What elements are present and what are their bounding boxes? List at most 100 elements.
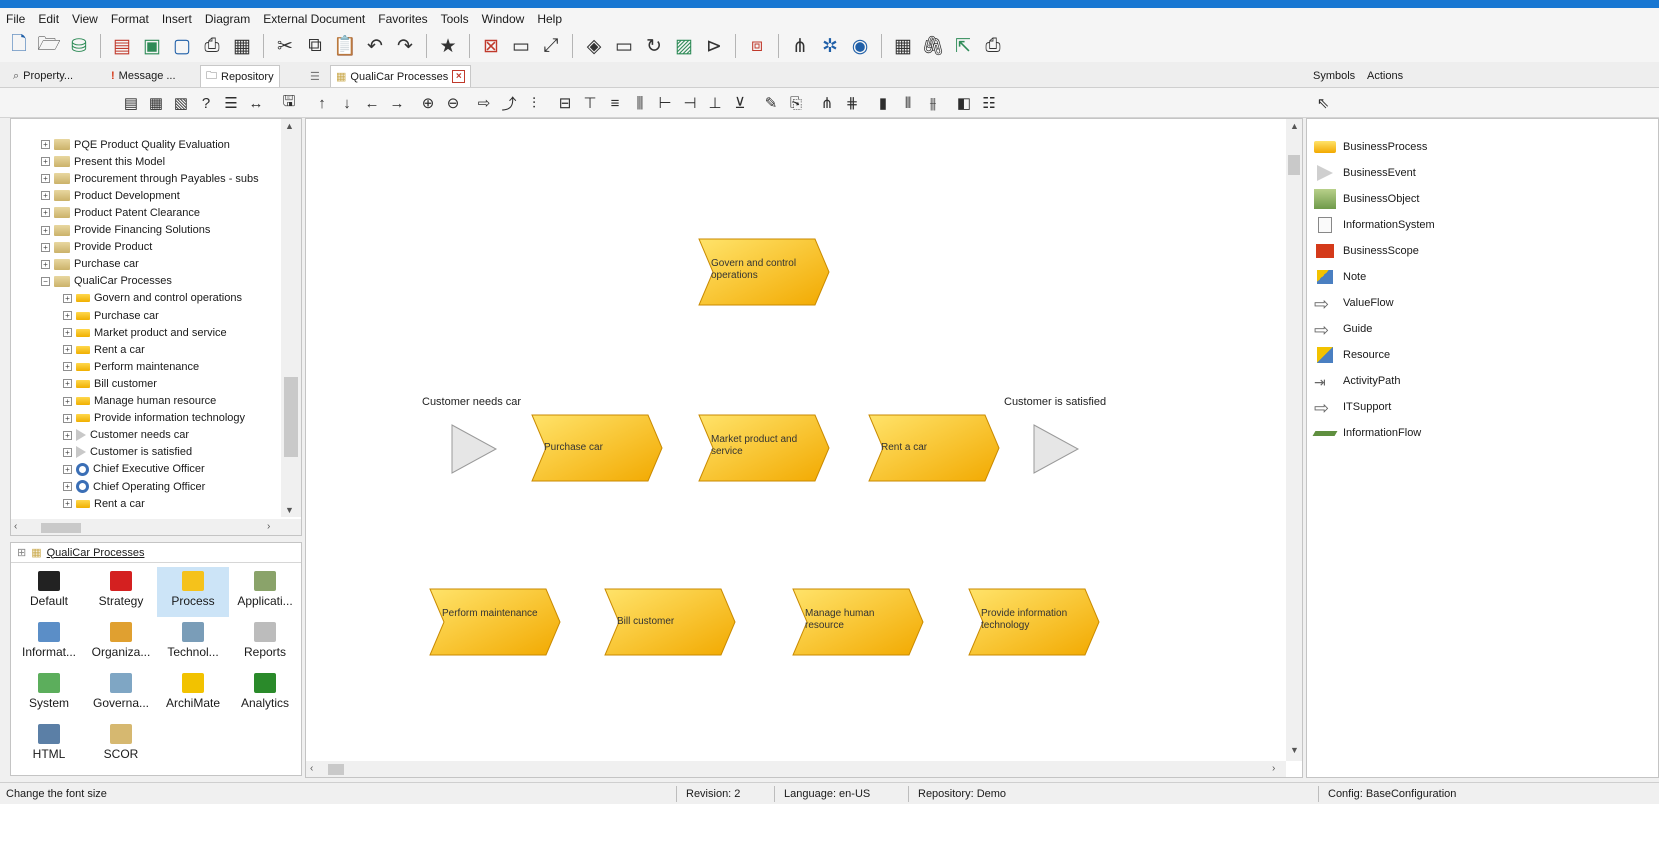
diagram-canvas[interactable]: Govern and control operations Purchase ca… <box>305 118 1303 778</box>
expand-toggle-icon[interactable]: + <box>41 259 50 269</box>
paste-icon[interactable]: 📋 <box>332 33 358 59</box>
list-view-icon[interactable]: ☰ <box>220 92 242 114</box>
menu-edit[interactable]: Edit <box>38 12 59 26</box>
expand-toggle-icon[interactable]: + <box>41 225 50 235</box>
menu-tools[interactable]: Tools <box>441 12 469 26</box>
tree-item[interactable]: + Customer is satisfied <box>63 444 192 461</box>
tab-property[interactable]: ⌕ Property... <box>8 65 78 87</box>
view-html-button[interactable]: HTML <box>13 720 85 770</box>
rectangle-icon[interactable]: ▭ <box>611 33 637 59</box>
move-down-icon[interactable]: ↓ <box>336 92 358 114</box>
expand-toggle-icon[interactable]: + <box>63 430 72 440</box>
distribute-icon[interactable]: ⫼ <box>629 92 651 114</box>
new-icon[interactable]: 🗋 <box>6 33 32 59</box>
align-bottom-icon[interactable]: ⊥ <box>704 92 726 114</box>
view-applicati-button[interactable]: Applicati... <box>229 567 301 617</box>
grid-icon[interactable]: ▦ <box>890 33 916 59</box>
hierarchy-icon[interactable]: ⋔ <box>816 92 838 114</box>
print-setup-icon[interactable]: ⎙ <box>980 33 1006 59</box>
menu-insert[interactable]: Insert <box>162 12 192 26</box>
expand-toggle-icon[interactable]: + <box>41 157 50 167</box>
presentation-icon[interactable]: ▣ <box>139 33 165 59</box>
tree-item[interactable]: + Purchase car <box>41 256 139 273</box>
view-strategy-button[interactable]: Strategy <box>85 567 157 617</box>
menu-diagram[interactable]: Diagram <box>205 12 250 26</box>
menu-format[interactable]: Format <box>111 12 149 26</box>
favorite-star-icon[interactable]: ★ <box>435 33 461 59</box>
network-icon[interactable]: ✲ <box>817 33 843 59</box>
symbol-valueflow[interactable]: ⇨ ValueFlow <box>1313 293 1394 313</box>
paint-icon[interactable]: ◧ <box>953 92 975 114</box>
symbol-guide[interactable]: ⇨ Guide <box>1313 319 1372 339</box>
canvas-scroll-up-icon[interactable]: ▲ <box>1290 121 1299 131</box>
canvas-horizontal-scrollbar[interactable] <box>306 761 1286 777</box>
align-middle-icon[interactable]: ≡ <box>604 92 626 114</box>
save-icon[interactable]: 🖫 <box>278 92 300 114</box>
expand-toggle-icon[interactable]: + <box>41 174 50 184</box>
event-shape[interactable] <box>1033 424 1080 474</box>
canvas-scroll-down-icon[interactable]: ▼ <box>1290 745 1299 755</box>
connect-icon[interactable]: ⤴ <box>498 92 520 114</box>
align-icon[interactable]: ⫶ <box>523 92 545 114</box>
canvas-scroll-right-icon[interactable]: › <box>1272 763 1275 774</box>
symbol-resource[interactable]: Resource <box>1313 345 1390 365</box>
table-icon[interactable]: ▦ <box>145 92 167 114</box>
image-icon[interactable]: ▨ <box>671 33 697 59</box>
screen-icon[interactable]: ▢ <box>169 33 195 59</box>
copy-icon[interactable]: ⧉ <box>302 33 328 59</box>
align-left-icon[interactable]: ⊢ <box>654 92 676 114</box>
view-process-button[interactable]: Process <box>157 567 229 617</box>
canvas-vertical-scrollbar[interactable] <box>1286 119 1302 761</box>
tree-hscroll-thumb[interactable] <box>41 523 81 533</box>
undo-icon[interactable]: ↶ <box>362 33 388 59</box>
tab-diagram-qualicar[interactable]: ▦ QualiCar Processes × <box>330 65 472 87</box>
tree-item[interactable]: + Chief Executive Officer <box>63 461 205 478</box>
columns-icon[interactable]: ⫴ <box>897 92 919 114</box>
tree-item[interactable]: + Product Development <box>41 187 180 204</box>
tree-item[interactable]: + Bill customer <box>63 375 157 392</box>
expand-toggle-icon[interactable]: + <box>63 396 72 406</box>
canvas-vscroll-thumb[interactable] <box>1288 155 1300 175</box>
move-up-icon[interactable]: ↑ <box>311 92 333 114</box>
symbol-businessevent[interactable]: BusinessEvent <box>1313 163 1416 183</box>
tree-item[interactable]: + Rent a car <box>63 495 145 512</box>
view-system-button[interactable]: System <box>13 669 85 719</box>
tree-vertical-scrollbar[interactable] <box>281 119 301 517</box>
expand-icon[interactable]: ⊞ <box>17 546 26 559</box>
send-icon[interactable]: ⇨ <box>473 92 495 114</box>
symbol-informationflow[interactable]: InformationFlow <box>1312 423 1421 443</box>
window-icon[interactable]: ⧈ <box>744 33 770 59</box>
zoom-out-icon[interactable]: ⊖ <box>442 92 464 114</box>
menu-favorites[interactable]: Favorites <box>378 12 427 26</box>
close-tab-icon[interactable]: × <box>452 70 466 83</box>
export-icon[interactable]: ⇱ <box>950 33 976 59</box>
width-icon[interactable]: ↔ <box>245 92 267 114</box>
diagram-list-button[interactable]: ☰ <box>305 65 325 87</box>
move-right-icon[interactable]: → <box>386 92 408 114</box>
pointer-icon[interactable]: ⇖ <box>1312 92 1334 114</box>
scroll-down-icon[interactable]: ▼ <box>285 505 294 515</box>
tree-item[interactable]: − QualiCar Processes <box>41 273 172 290</box>
expand-toggle-icon[interactable]: + <box>41 242 50 252</box>
rotate-icon[interactable]: ↻ <box>641 33 667 59</box>
tab-symbols[interactable]: Symbols <box>1308 65 1360 87</box>
print-preview-icon[interactable]: ▦ <box>229 33 255 59</box>
expand-toggle-icon[interactable]: + <box>63 464 72 474</box>
tree-item[interactable]: + Perform maintenance <box>63 358 199 375</box>
globe-icon[interactable]: ◉ <box>847 33 873 59</box>
expand-toggle-icon[interactable]: + <box>63 482 72 491</box>
expand-toggle-icon[interactable]: + <box>63 499 72 509</box>
expand-toggle-icon[interactable]: + <box>63 362 72 372</box>
symbol-businessscope[interactable]: BusinessScope <box>1313 241 1419 261</box>
view-analytics-button[interactable]: Analytics <box>229 669 301 719</box>
delete-model-icon[interactable]: ⊠ <box>478 33 504 59</box>
view-archimate-button[interactable]: ArchiMate <box>157 669 229 719</box>
tree-item[interactable]: + Provide information technology <box>63 410 245 427</box>
cut-icon[interactable]: ✂ <box>272 33 298 59</box>
expand-toggle-icon[interactable]: + <box>63 328 72 338</box>
format-brush-icon[interactable]: ✎ <box>760 92 782 114</box>
expand-toggle-icon[interactable]: + <box>63 311 72 320</box>
tab-actions[interactable]: Actions <box>1362 65 1408 87</box>
tree-item[interactable]: + PQE Product Quality Evaluation <box>41 136 230 153</box>
tree-item[interactable]: + Manage human resource <box>63 393 216 410</box>
